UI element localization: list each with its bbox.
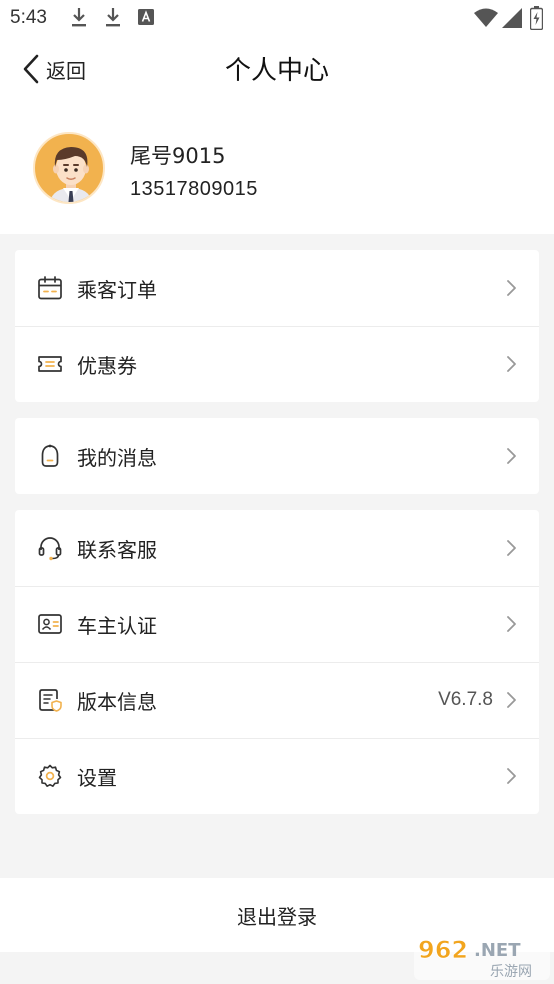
- profile-phone: 13517809015: [130, 178, 258, 200]
- download-icon: [106, 8, 120, 27]
- id-card-icon: [38, 614, 62, 634]
- bell-icon: [41, 444, 59, 467]
- menu-item-my-messages[interactable]: 我的消息: [15, 418, 539, 494]
- svg-text:乐游网: 乐游网: [490, 964, 532, 980]
- svg-text:.NET: .NET: [474, 940, 521, 961]
- headset-icon: [38, 537, 62, 561]
- menu-item-passenger-orders[interactable]: 乘客订单: [15, 250, 539, 326]
- menu-item-version-info[interactable]: 版本信息 V6.7.8: [15, 662, 539, 738]
- signal-icon: [502, 8, 522, 28]
- chevron-right-icon: [507, 280, 516, 296]
- version-value: V6.7.8: [438, 689, 493, 710]
- menu-group-support: 联系客服 车主认证 版本信息 V6.7.8 设置: [15, 510, 539, 814]
- page-title: 个人中心: [224, 56, 329, 86]
- profile-header[interactable]: 尾号9015 13517809015: [0, 102, 554, 234]
- battery-charging-icon: [530, 6, 543, 30]
- menu-item-label: 联系客服: [77, 537, 157, 562]
- chevron-right-icon: [507, 768, 516, 784]
- nav-bar: 返回 个人中心: [0, 36, 554, 102]
- wifi-icon: [474, 8, 498, 27]
- keyboard-a-icon: [138, 9, 154, 25]
- male-avatar-icon: [33, 132, 105, 204]
- site-watermark-logo: 962 .NET 乐游网: [414, 934, 550, 980]
- calendar-icon: [38, 276, 62, 300]
- chevron-right-icon: [507, 540, 516, 556]
- menu-item-label: 乘客订单: [77, 277, 157, 302]
- download-icon: [72, 8, 86, 27]
- status-bar: 5:43: [0, 0, 554, 36]
- menu-item-label: 我的消息: [77, 445, 157, 470]
- profile-nickname: 尾号9015: [130, 144, 226, 168]
- menu-item-label: 设置: [77, 765, 117, 790]
- coupon-icon: [38, 356, 62, 372]
- gear-icon: [38, 764, 62, 787]
- status-time: 5:43: [10, 7, 47, 28]
- chevron-right-icon: [507, 356, 516, 372]
- menu-group-orders: 乘客订单 优惠券: [15, 250, 539, 402]
- menu-item-customer-service[interactable]: 联系客服: [15, 510, 539, 586]
- menu-item-settings[interactable]: 设置: [15, 738, 539, 814]
- chevron-right-icon: [507, 692, 516, 708]
- chevron-right-icon: [507, 448, 516, 464]
- menu-item-label: 车主认证: [77, 613, 157, 638]
- document-shield-icon: [39, 689, 62, 712]
- menu-group-messages: 我的消息: [15, 418, 539, 494]
- svg-text:962: 962: [418, 936, 468, 964]
- chevron-right-icon: [507, 616, 516, 632]
- menu-item-driver-verification[interactable]: 车主认证: [15, 586, 539, 662]
- menu-item-coupons[interactable]: 优惠券: [15, 326, 539, 402]
- menu-item-label: 版本信息: [77, 689, 157, 714]
- menu-item-label: 优惠券: [77, 353, 137, 378]
